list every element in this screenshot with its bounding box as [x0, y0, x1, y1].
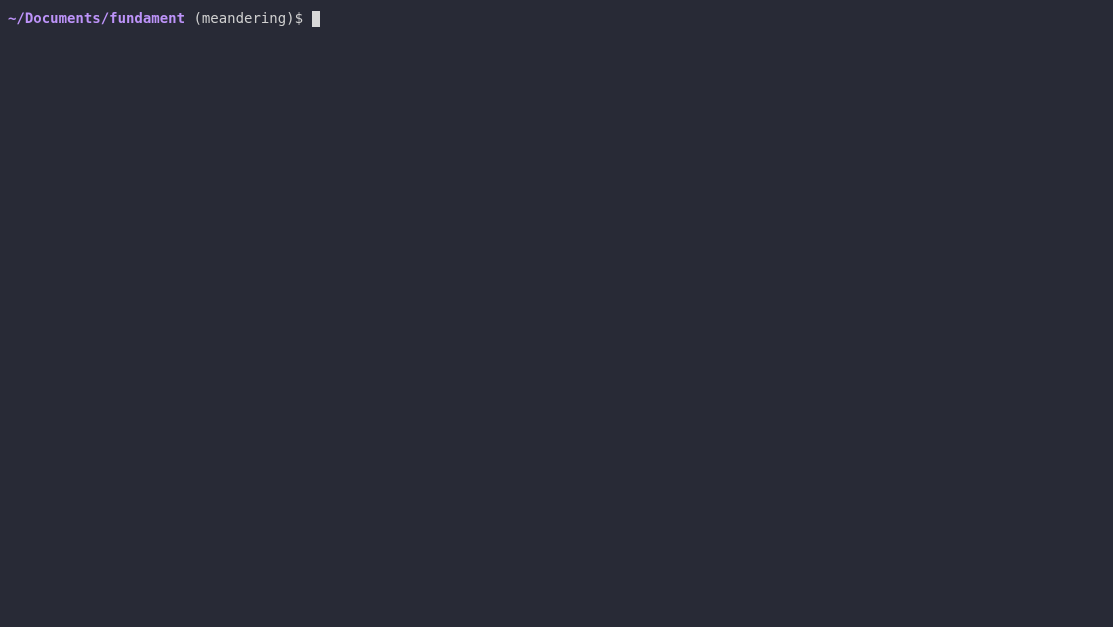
command-input[interactable]	[311, 10, 320, 30]
prompt-path: ~/Documents/fundament	[8, 10, 185, 30]
prompt-branch-open: (	[185, 10, 202, 30]
cursor-icon	[312, 11, 320, 27]
terminal-prompt-line[interactable]: ~/Documents/fundament ( meandering ) $	[8, 10, 1105, 30]
prompt-branch-close: )	[286, 10, 294, 30]
prompt-branch-name: meandering	[202, 10, 286, 30]
prompt-symbol: $	[295, 10, 312, 30]
